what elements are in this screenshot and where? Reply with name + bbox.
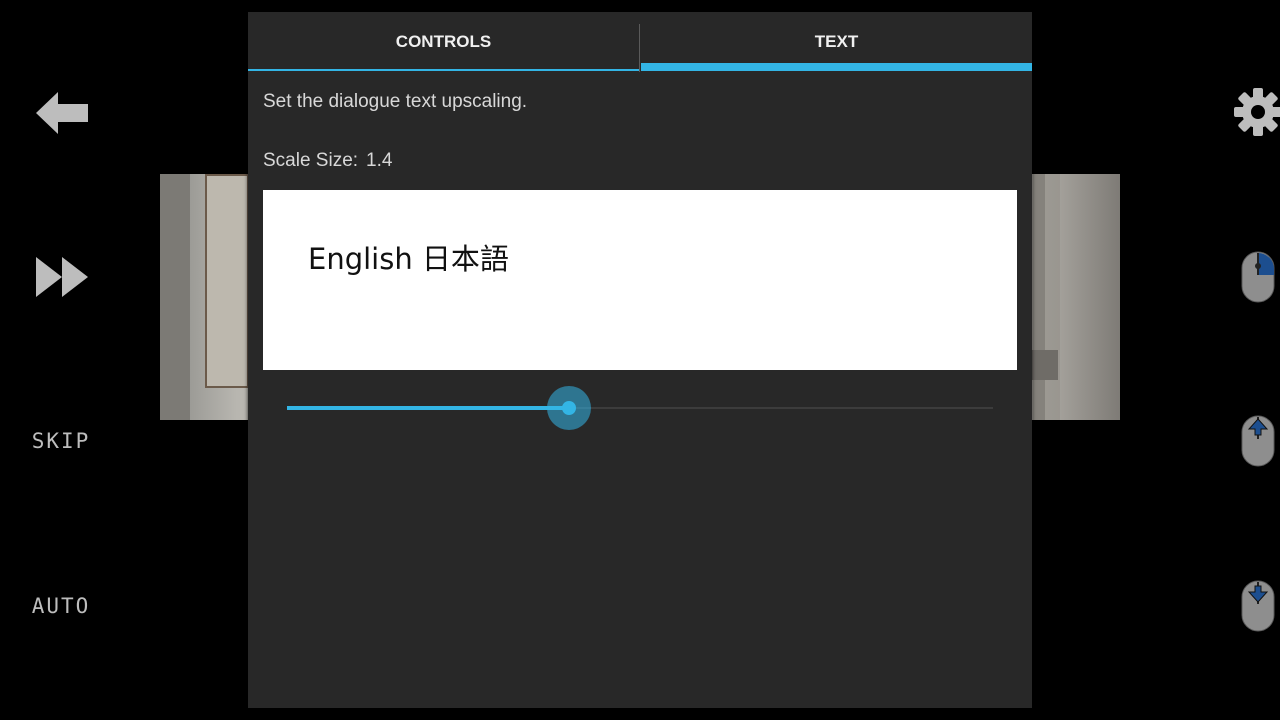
- fast-forward-button[interactable]: [34, 256, 90, 298]
- right-control-bar: [1160, 0, 1280, 720]
- mouse-right-click-icon: [1241, 251, 1275, 303]
- scene-pillar-left: [160, 174, 190, 420]
- scale-slider[interactable]: [287, 386, 993, 438]
- mouse-scroll-down-icon: [1241, 580, 1275, 632]
- settings-button[interactable]: [1232, 86, 1280, 138]
- scroll-up-button[interactable]: [1240, 414, 1276, 468]
- scene-wall-box: [1028, 350, 1058, 380]
- slider-fill: [287, 406, 569, 410]
- scroll-down-button[interactable]: [1240, 579, 1276, 633]
- scene-pillar-right: [1060, 174, 1120, 420]
- scale-size-value: 1.4: [366, 150, 393, 171]
- tab-underline: [248, 69, 639, 71]
- scale-size-row: Scale Size: 1.4: [263, 150, 392, 172]
- back-arrow-icon: [36, 92, 88, 134]
- tab-bar: CONTROLS TEXT: [248, 12, 1032, 72]
- text-preview-box: English 日本語: [263, 190, 1017, 370]
- tab-selected-indicator: [641, 63, 1032, 71]
- fast-forward-icon: [36, 257, 88, 297]
- scene-picture-frame: [205, 174, 249, 388]
- mouse-scroll-up-icon: [1241, 415, 1275, 467]
- slider-thumb[interactable]: [547, 386, 591, 430]
- scale-size-label: Scale Size:: [263, 150, 359, 171]
- text-settings-dialog: CONTROLS TEXT Set the dialogue text upsc…: [248, 12, 1032, 708]
- left-control-bar: SKIP AUTO: [0, 0, 120, 720]
- setting-description: Set the dialogue text upscaling.: [263, 91, 528, 112]
- tab-divider: [639, 24, 640, 72]
- scene-post-right: [1033, 174, 1045, 420]
- tab-controls[interactable]: CONTROLS: [248, 12, 639, 72]
- skip-button[interactable]: SKIP: [0, 429, 122, 453]
- preview-text: English 日本語: [308, 242, 509, 276]
- auto-button[interactable]: AUTO: [0, 594, 122, 618]
- gear-icon: [1234, 88, 1280, 136]
- right-click-button[interactable]: [1240, 250, 1276, 304]
- back-button[interactable]: [34, 90, 90, 136]
